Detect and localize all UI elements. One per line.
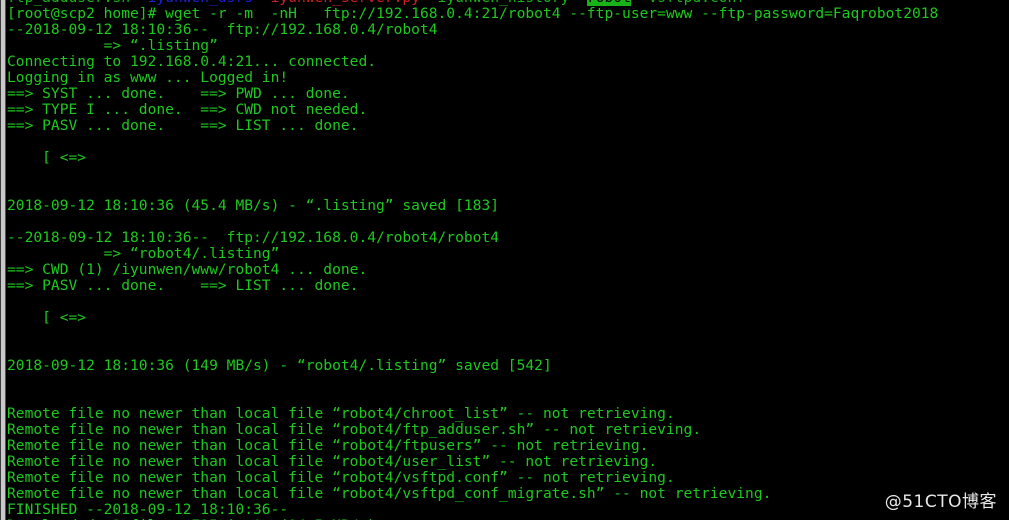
terminal-line: ==> PASV ... done. ==> LIST ... done. [7, 277, 359, 294]
terminal-line: Connecting to 192.168.0.4:21... connecte… [7, 53, 377, 70]
terminal-line: Remote file no newer than local file “ro… [7, 437, 649, 454]
terminal-line: ==> SYST ... done. ==> PWD ... done. [7, 85, 350, 102]
terminal-line: [ <=> [7, 309, 87, 326]
terminal-line: --2018-09-12 18:10:36-- ftp://192.168.0.… [7, 21, 438, 38]
terminal-screen[interactable]: [root@scp2 home]# wget -r -m -nH ftp://1… [0, 0, 1009, 520]
ls-entry [253, 0, 271, 6]
terminal-scrollbar[interactable] [0, 0, 6, 520]
terminal-line: ==> TYPE I ... done. ==> CWD not needed. [7, 101, 368, 118]
ls-entry: iyunwen_server.py [271, 0, 420, 6]
ls-entry [631, 0, 649, 6]
ls-entry [130, 0, 148, 6]
terminal-line: Remote file no newer than local file “ro… [7, 421, 702, 438]
ls-entry: robot [586, 0, 631, 6]
watermark-label: @51CTO博客 [884, 492, 997, 512]
terminal-line: [root@scp2 home]# wget -r -m -nH ftp://1… [7, 5, 939, 22]
terminal-line: 2018-09-12 18:10:36 (45.4 MB/s) - “.list… [7, 197, 500, 214]
terminal-line: 2018-09-12 18:10:36 (149 MB/s) - “robot4… [7, 357, 552, 374]
ls-entry [569, 0, 587, 6]
terminal-line: Remote file no newer than local file “ro… [7, 453, 658, 470]
terminal-line: FINISHED --2018-09-12 18:10:36-- [7, 501, 289, 518]
terminal-line: Remote file no newer than local file “ro… [7, 469, 675, 486]
ls-entry [420, 0, 438, 6]
terminal-line: Remote file no newer than local file “ro… [7, 405, 675, 422]
clipped-ls-output-row: ftp_adduser.sh iyunwen_usrs iyunwen_serv… [7, 0, 745, 6]
ls-entry: iyunwen_history [438, 0, 570, 6]
ls-entry: vsftpd.conf [648, 0, 745, 6]
terminal-line: Remote file no newer than local file “ro… [7, 485, 772, 502]
ls-entry: ftp_adduser.sh [7, 0, 130, 6]
terminal-line: Logging in as www ... Logged in! [7, 69, 289, 86]
terminal-line: --2018-09-12 18:10:36-- ftp://192.168.0.… [7, 229, 500, 246]
terminal-line: ==> CWD (1) /iyunwen/www/robot4 ... done… [7, 261, 368, 278]
terminal-line: [ <=> [7, 149, 87, 166]
ls-entry: iyunwen_usrs [148, 0, 253, 6]
scrollbar-thumb[interactable] [1, 0, 5, 520]
terminal-line: ==> PASV ... done. ==> LIST ... done. [7, 117, 359, 134]
terminal-line: => “robot4/.listing” [7, 245, 280, 262]
terminal-line: => “.listing” [7, 37, 218, 54]
